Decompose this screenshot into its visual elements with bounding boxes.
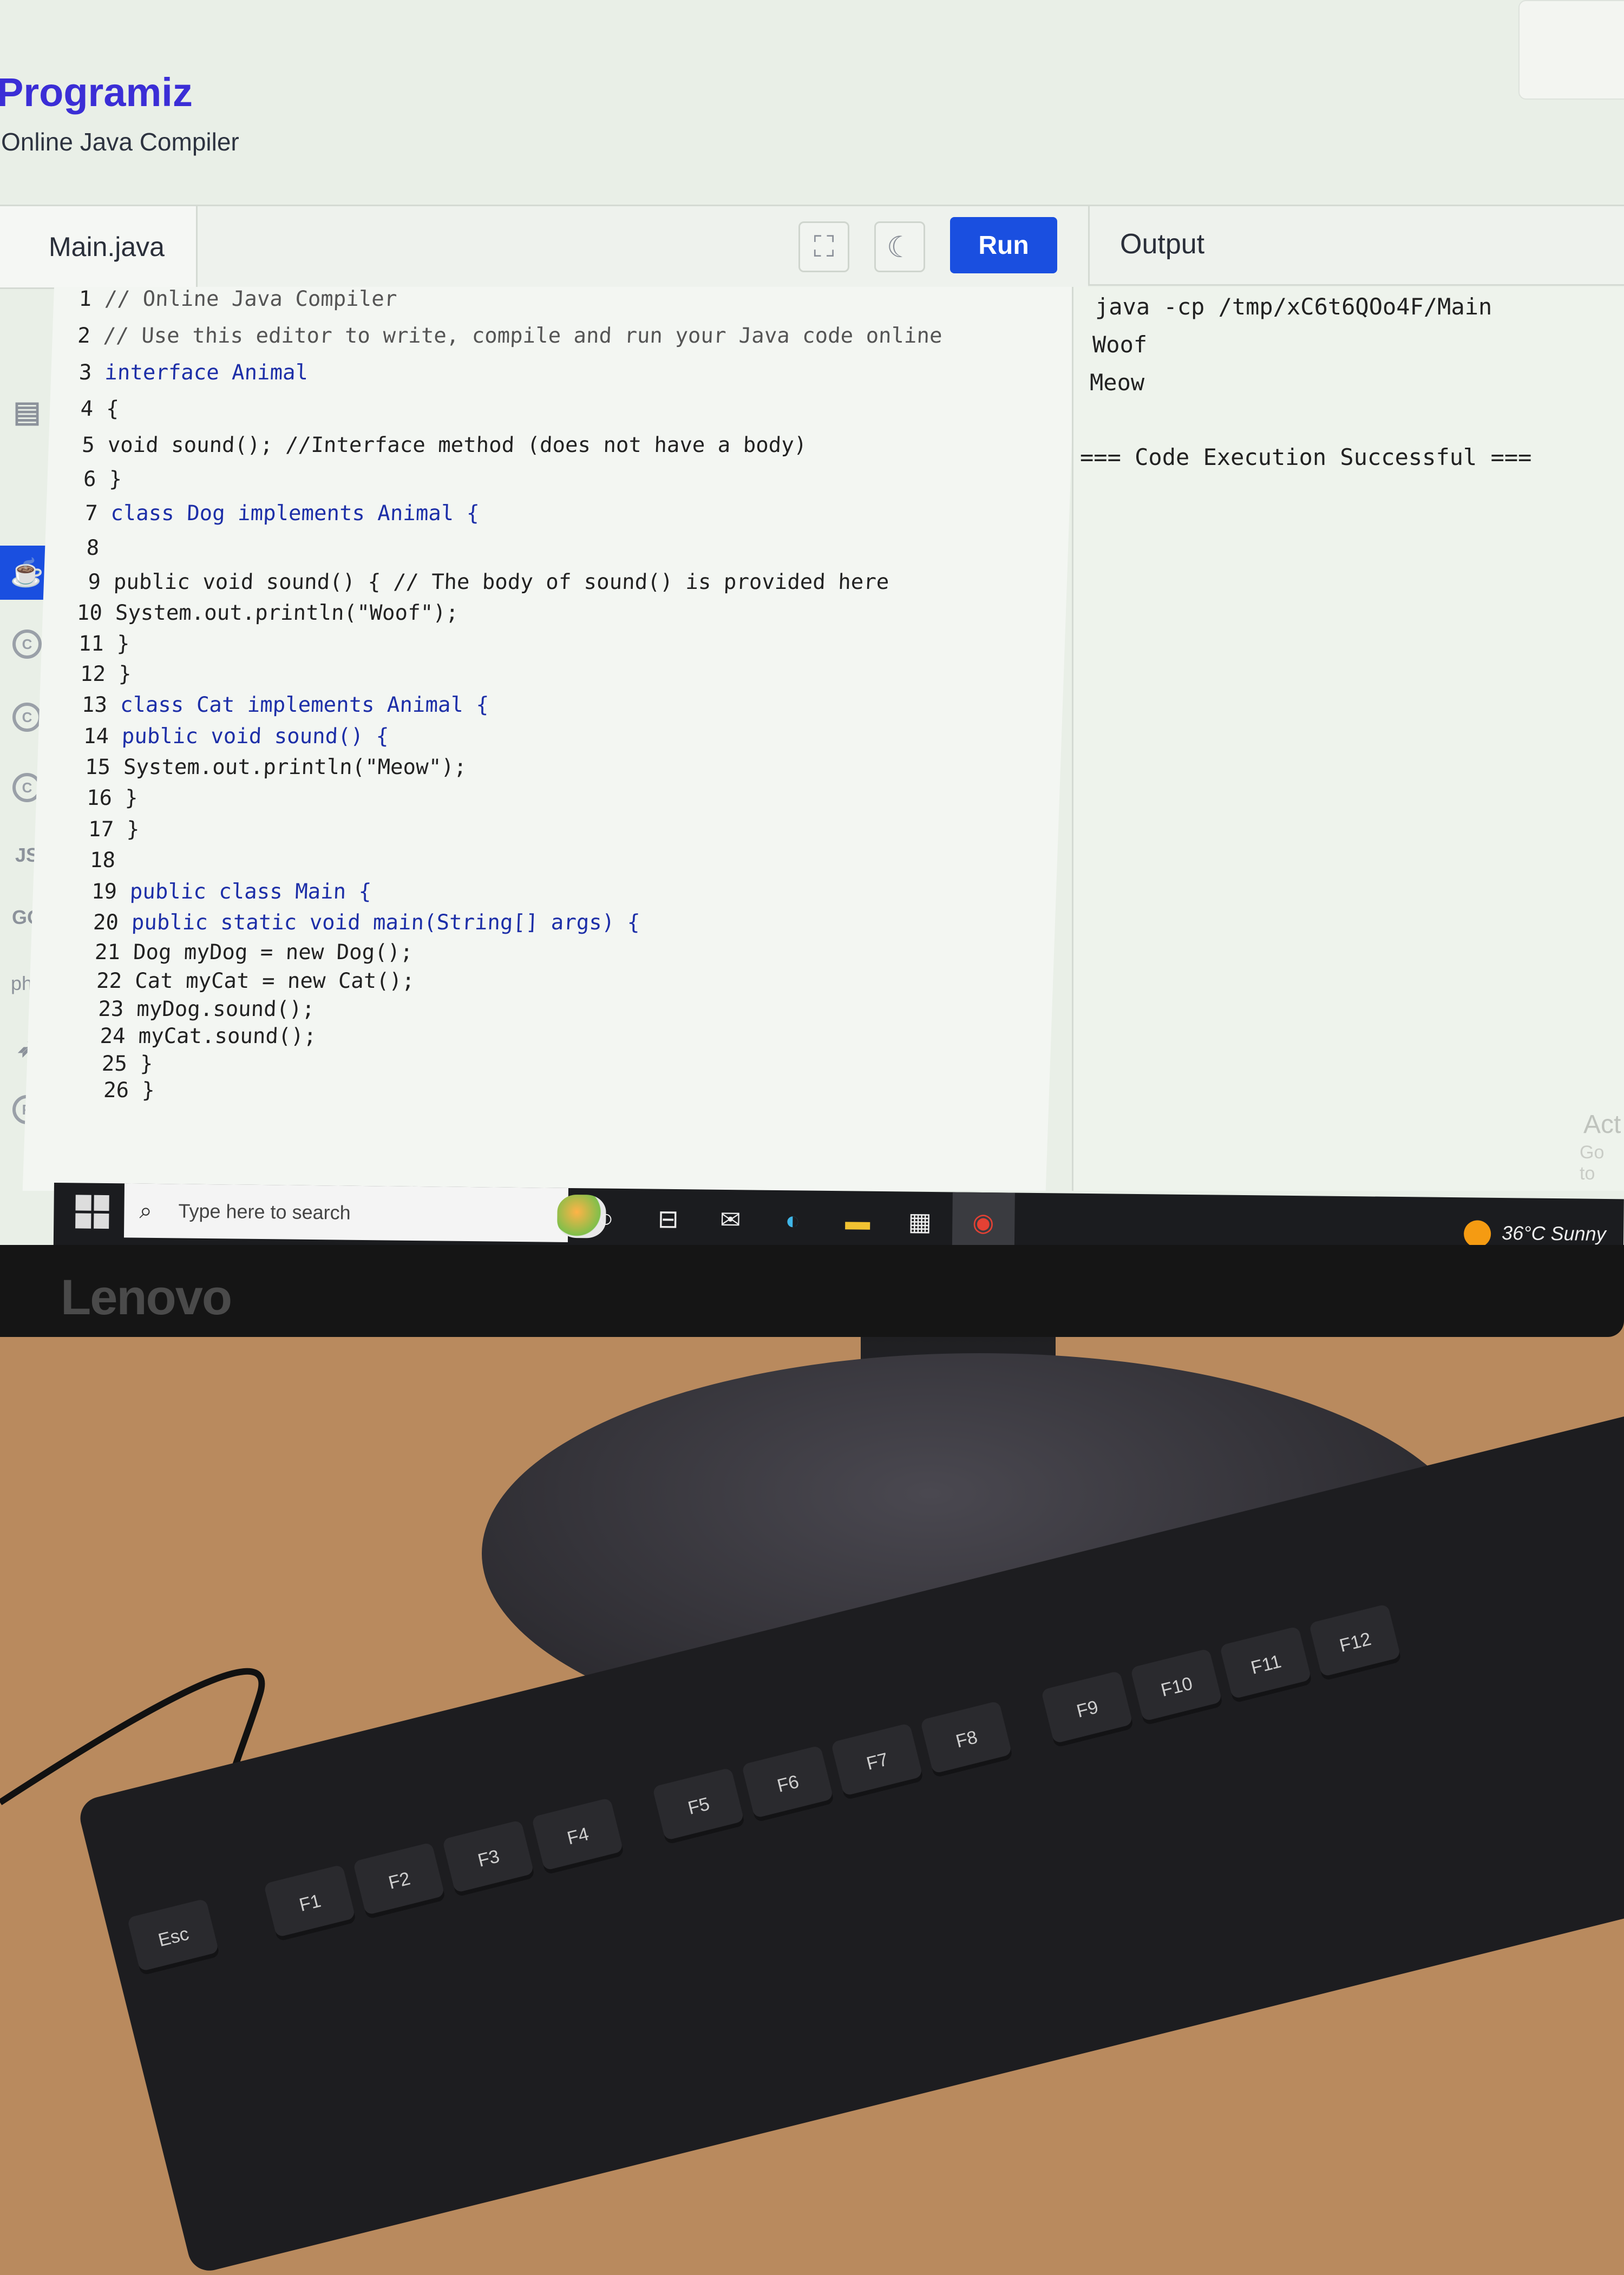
editor-toolbar: Main.java ⛶ ☾ Run	[0, 205, 1088, 289]
chrome-icon: ◉	[972, 1208, 994, 1237]
edge-icon: ◐	[785, 1206, 801, 1235]
fullscreen-button[interactable]: ⛶	[798, 221, 849, 272]
key-f8: F8	[920, 1700, 1013, 1778]
search-icon: ⌕	[139, 1197, 153, 1223]
page-header: Programiz Online Java Compiler	[0, 0, 1624, 206]
mail-button[interactable]: ✉	[711, 1201, 750, 1239]
weather-widget[interactable]: 36°C Sunny	[1502, 1222, 1606, 1245]
top-right-panel	[1518, 0, 1624, 100]
edge-button[interactable]: ◐	[774, 1201, 812, 1240]
cortana-icon: ○	[598, 1204, 614, 1232]
code-line: 15 System.out.println("Meow");	[84, 755, 467, 779]
output-line: Woof	[1092, 331, 1148, 358]
language-item-sql[interactable]: ▤	[0, 384, 54, 438]
key-f2: F2	[352, 1842, 446, 1920]
code-line: 25}	[101, 1052, 154, 1076]
code-line: 26}	[103, 1078, 155, 1103]
programiz-logo[interactable]: Programiz	[0, 69, 193, 115]
code-line: 24 myCat.sound();	[99, 1024, 317, 1048]
page-subtitle: Online Java Compiler	[1, 128, 239, 156]
activate-windows-watermark: Act	[1583, 1110, 1621, 1139]
code-line: 17}	[88, 817, 140, 842]
code-line: 19 public class Main {	[91, 880, 372, 904]
task-view-icon: ⊟	[657, 1204, 679, 1234]
code-line: 2// Use this editor to write, compile an…	[77, 324, 943, 348]
code-line: 20 public static void main(String[] args)…	[93, 910, 640, 935]
key-f7: F7	[830, 1723, 924, 1801]
screen: Programiz Online Java Compiler Main.java…	[0, 0, 1624, 1245]
key-f11: F11	[1219, 1626, 1313, 1704]
code-line: 1// Online Java Compiler	[78, 287, 398, 311]
code-line: 21 Dog myDog = new Dog();	[94, 940, 414, 965]
chrome-button[interactable]: ◉	[964, 1203, 1003, 1242]
key-f4: F4	[531, 1797, 625, 1875]
taskbar-search-box[interactable]: ⌕ Type here to search	[123, 1183, 606, 1242]
code-line: 5 void sound(); //Interface method (does …	[81, 433, 807, 457]
java-icon: ☕	[10, 557, 44, 588]
weather-sun-icon	[1463, 1220, 1491, 1245]
code-line: 11}	[78, 632, 130, 656]
key-f9: F9	[1040, 1670, 1134, 1748]
key-f10: F10	[1130, 1648, 1223, 1726]
store-icon: ▦	[908, 1207, 932, 1236]
code-line: 4{	[80, 397, 120, 421]
cpp-icon: C	[12, 703, 42, 732]
search-placeholder: Type here to search	[178, 1199, 351, 1224]
moon-icon: ☾	[886, 231, 913, 264]
c-icon: C	[12, 630, 42, 659]
code-line: 22 Cat myCat = new Cat();	[96, 969, 415, 993]
key-f6: F6	[741, 1745, 835, 1823]
key-f12: F12	[1308, 1603, 1402, 1681]
output-line: Meow	[1090, 369, 1145, 396]
output-header: Output	[1088, 205, 1624, 286]
code-line: 14 public void sound() {	[83, 724, 389, 749]
activate-windows-subtext: Go to	[1580, 1142, 1605, 1184]
output-panel: java -cp /tmp/xC6t6QOo4F/Main Woof Meow …	[1072, 287, 1624, 1191]
code-line: 23 myDog.sound();	[97, 997, 315, 1021]
code-line: 9 public void sound() { // The body of so…	[87, 570, 890, 594]
code-editor[interactable]: 1// Online Java Compiler 2// Use this ed…	[22, 287, 1077, 1191]
file-explorer-icon: ▬	[845, 1207, 870, 1235]
cortana-button[interactable]: ○	[587, 1199, 625, 1237]
store-button[interactable]: ▦	[901, 1202, 939, 1241]
code-line: 3 interface Animal	[78, 360, 309, 385]
code-line: 16}	[86, 786, 139, 810]
sql-icon: ▤	[13, 395, 41, 428]
task-view-button[interactable]: ⊟	[649, 1200, 687, 1238]
start-button[interactable]	[75, 1195, 109, 1229]
code-line: 12}	[80, 662, 132, 686]
code-line: 13 class Cat implements Animal {	[81, 693, 489, 717]
key-esc: Esc	[127, 1898, 220, 1976]
monitor-brand-logo: Lenovo	[61, 1270, 232, 1325]
code-line: 6}	[83, 467, 122, 491]
key-f3: F3	[442, 1820, 535, 1898]
file-tab-main-java[interactable]: Main.java	[0, 206, 198, 287]
output-line: java -cp /tmp/xC6t6QOo4F/Main	[1095, 293, 1492, 320]
output-title: Output	[1120, 228, 1205, 260]
windows-taskbar: ⌕ Type here to search ○ ⊟ ✉ ◐ ▬ ▦ ◉ 36°C…	[53, 1183, 1624, 1245]
key-f5: F5	[652, 1767, 745, 1845]
code-line: 7 class Dog implements Animal {	[84, 501, 480, 526]
file-explorer-button[interactable]: ▬	[839, 1202, 877, 1240]
theme-toggle-button[interactable]: ☾	[874, 221, 925, 272]
output-status-line: === Code Execution Successful ===	[1080, 444, 1532, 470]
code-line: 10 System.out.println("Woof");	[76, 601, 459, 625]
fullscreen-icon: ⛶	[814, 230, 834, 263]
key-f1: F1	[263, 1864, 357, 1942]
code-line: 18	[89, 848, 116, 873]
code-line: 8	[86, 536, 100, 560]
run-button[interactable]: Run	[950, 217, 1057, 273]
mail-icon: ✉	[719, 1205, 741, 1234]
windows-logo-icon	[75, 1195, 91, 1211]
